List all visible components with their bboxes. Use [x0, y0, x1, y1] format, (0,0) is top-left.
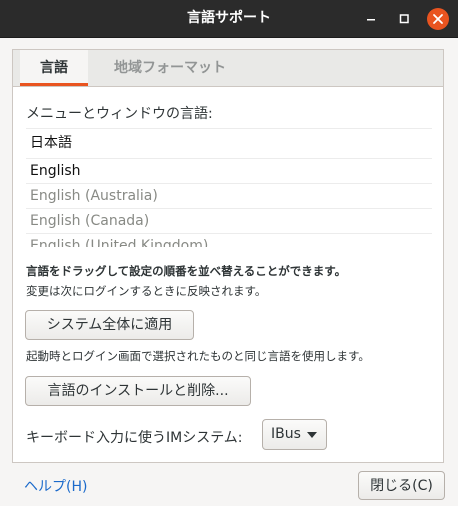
- title-bar[interactable]: 言語サポート: [0, 0, 458, 38]
- list-item-english[interactable]: English: [26, 159, 432, 184]
- minimize-icon: [367, 19, 375, 21]
- close-window-button[interactable]: [427, 8, 449, 30]
- maximize-icon: [399, 14, 409, 24]
- tab-regional-formats[interactable]: 地域フォーマット: [114, 50, 226, 86]
- dropdown-arrow-icon: [307, 432, 317, 438]
- tab-language[interactable]: 言語: [20, 50, 88, 86]
- menu-language-label: メニューとウィンドウの言語:: [26, 106, 213, 122]
- im-system-label: キーボード入力に使うIMシステム:: [26, 430, 243, 446]
- close-button[interactable]: 閉じる(C): [358, 471, 445, 500]
- relogin-hint: 変更は次にログインするときに反映されます。: [26, 284, 267, 298]
- list-item-english-australia[interactable]: English (Australia): [26, 184, 432, 209]
- language-list[interactable]: 日本語 English English (Australia) English …: [26, 128, 432, 247]
- apply-system-wide-button[interactable]: システム全体に適用: [25, 310, 194, 340]
- window-title: 言語サポート: [187, 10, 271, 26]
- minimize-button[interactable]: [360, 8, 382, 30]
- list-item-japanese[interactable]: 日本語: [26, 129, 432, 159]
- im-system-dropdown[interactable]: IBus: [262, 419, 327, 450]
- list-item-english-canada[interactable]: English (Canada): [26, 209, 432, 234]
- install-remove-languages-button[interactable]: 言語のインストールと削除...: [25, 376, 251, 406]
- im-system-value: IBus: [271, 426, 301, 442]
- startup-language-hint: 起動時とログイン画面で選択されたものと同じ言語を使用します。: [26, 349, 370, 363]
- tab-bar: 言語 地域フォーマット: [13, 50, 443, 87]
- help-link[interactable]: ヘルプ(H): [24, 476, 87, 496]
- notebook-panel: 言語 地域フォーマット メニューとウィンドウの言語: 日本語 English E…: [12, 49, 444, 463]
- close-icon: [433, 14, 443, 24]
- drag-order-hint: 言語をドラッグして設定の順番を並べ替えることができます。: [26, 264, 347, 278]
- list-item-english-uk[interactable]: English (United Kingdom): [26, 234, 432, 247]
- maximize-button[interactable]: [393, 8, 415, 30]
- language-support-window: 言語サポート 言語 地域フォーマット メニューとウィンドウの言語: 日本語 En…: [0, 0, 458, 506]
